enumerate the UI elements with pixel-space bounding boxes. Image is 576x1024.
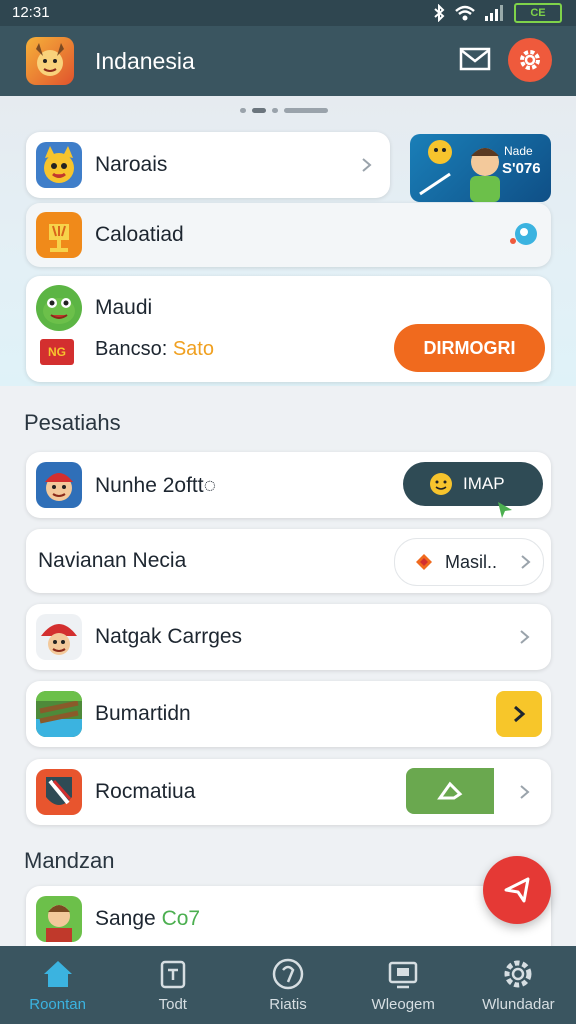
bubble-icon — [510, 223, 537, 245]
chevron-right-icon — [520, 630, 530, 644]
gear-icon — [520, 50, 540, 70]
promo-banner[interactable]: Nade S'076 — [410, 134, 551, 202]
featured-card-1-label: Naroais — [95, 153, 168, 176]
section-title-1: Pesatiahs — [24, 410, 121, 435]
share-icon — [504, 877, 530, 903]
settings-button[interactable] — [508, 38, 552, 82]
frog-game-icon — [36, 285, 82, 331]
list-item-1-label: Nunhe 2oftt◌ — [95, 474, 217, 497]
status-icons: CE — [432, 3, 562, 23]
next-button[interactable] — [496, 691, 542, 737]
app-bar: Indanesia — [0, 26, 576, 96]
chevron-right-icon — [521, 555, 531, 569]
list-item-6-label: Sange Co7 — [95, 907, 200, 931]
nav-home[interactable]: Roontan — [0, 946, 115, 1024]
featured-card-2[interactable]: Caloatiad — [26, 203, 551, 267]
featured-card-3-label: Maudi — [95, 296, 153, 319]
nav-todt[interactable]: Todt — [115, 946, 230, 1024]
trophy-game-icon — [36, 212, 82, 258]
wifi-icon — [455, 5, 475, 21]
farm-game-icon — [36, 691, 82, 737]
nav-wlundadar-label: Wlundadar — [482, 996, 555, 1013]
nav-riatis[interactable]: Riatis — [230, 946, 345, 1024]
banner-line-2: S'076 — [502, 160, 541, 177]
featured-card-3-sublabel: Bancso: Sato — [95, 338, 214, 361]
hero-game-icon — [36, 462, 82, 508]
row6-prefix: Sange — [95, 907, 162, 930]
list-item-2-label: Navianan Necia — [38, 549, 187, 572]
app-logo — [26, 37, 74, 85]
list-item-1[interactable]: Nunhe 2oftt◌ IMAP — [26, 452, 551, 518]
status-time: 12:31 — [12, 4, 50, 21]
sublabel-value: Sato — [172, 338, 214, 360]
bluetooth-icon — [434, 4, 445, 22]
smiley-icon — [430, 473, 452, 495]
village-game-icon — [36, 896, 82, 942]
battery-icon: CE — [514, 3, 562, 23]
nav-todt-label: Todt — [158, 996, 187, 1013]
chevron-right-icon — [520, 785, 530, 799]
section-title-2: Mandzan — [24, 848, 115, 873]
monitor-icon — [388, 961, 418, 989]
banner-line-1: Nade — [504, 144, 533, 158]
featured-card-2-label: Caloatiad — [95, 223, 184, 246]
document-icon — [160, 960, 186, 989]
circle-icon — [272, 958, 304, 990]
gear-icon — [504, 960, 532, 988]
cat-game-icon — [36, 142, 82, 188]
chevron-right-icon — [514, 705, 526, 723]
map-button[interactable]: IMAP — [403, 462, 543, 506]
nav-home-label: Roontan — [29, 996, 86, 1013]
shield-game-icon — [36, 769, 82, 815]
cursor-icon — [498, 502, 512, 518]
carousel-indicator — [240, 108, 328, 113]
sublabel-prefix: Bancso: — [95, 338, 173, 360]
featured-card-3[interactable]: Maudi NG Bancso: Sato DIRMOGRI — [26, 276, 551, 382]
list-item-6[interactable]: Sange Co7 — [26, 886, 551, 952]
row6-value: Co7 — [161, 907, 201, 930]
edit-button[interactable] — [406, 768, 494, 814]
featured-card-1[interactable]: Naroais — [26, 132, 390, 198]
page-title: Indanesia — [95, 48, 195, 74]
edit-icon — [437, 781, 463, 800]
list-item-4[interactable]: Bumartidn — [26, 681, 551, 747]
badge-icon: NG — [40, 339, 74, 365]
bottom-nav: Roontan Todt Riatis Wleogem Wlundadar — [0, 946, 576, 1024]
mushroom-game-icon — [36, 614, 82, 660]
chevron-right-icon — [362, 158, 372, 172]
status-bar: 12:31 CE — [0, 0, 576, 26]
music-button[interactable]: Masil.. — [394, 538, 544, 586]
music-button-label: Masil.. — [445, 552, 498, 572]
share-fab[interactable] — [483, 856, 551, 924]
list-item-2[interactable]: Navianan Necia Masil.. — [26, 529, 551, 593]
nav-riatis-label: Riatis — [269, 996, 307, 1013]
list-item-5-label: Rocmatiua — [95, 780, 196, 803]
mail-icon — [459, 47, 491, 71]
nav-wlundadar[interactable]: Wlundadar — [461, 946, 576, 1024]
list-item-5[interactable]: Rocmatiua — [26, 759, 551, 825]
nav-wleogem-label: Wleogem — [371, 996, 435, 1013]
download-button[interactable]: DIRMOGRI — [394, 324, 545, 372]
map-button-label: IMAP — [463, 474, 505, 493]
list-item-3[interactable]: Natgak Carrges — [26, 604, 551, 670]
home-icon — [43, 961, 72, 987]
list-item-3-label: Natgak Carrges — [95, 625, 243, 648]
mail-button[interactable] — [458, 45, 492, 75]
music-icon — [416, 554, 432, 570]
nav-wleogem[interactable]: Wleogem — [346, 946, 461, 1024]
list-item-4-label: Bumartidn — [95, 702, 191, 725]
signal-icon — [485, 5, 503, 21]
